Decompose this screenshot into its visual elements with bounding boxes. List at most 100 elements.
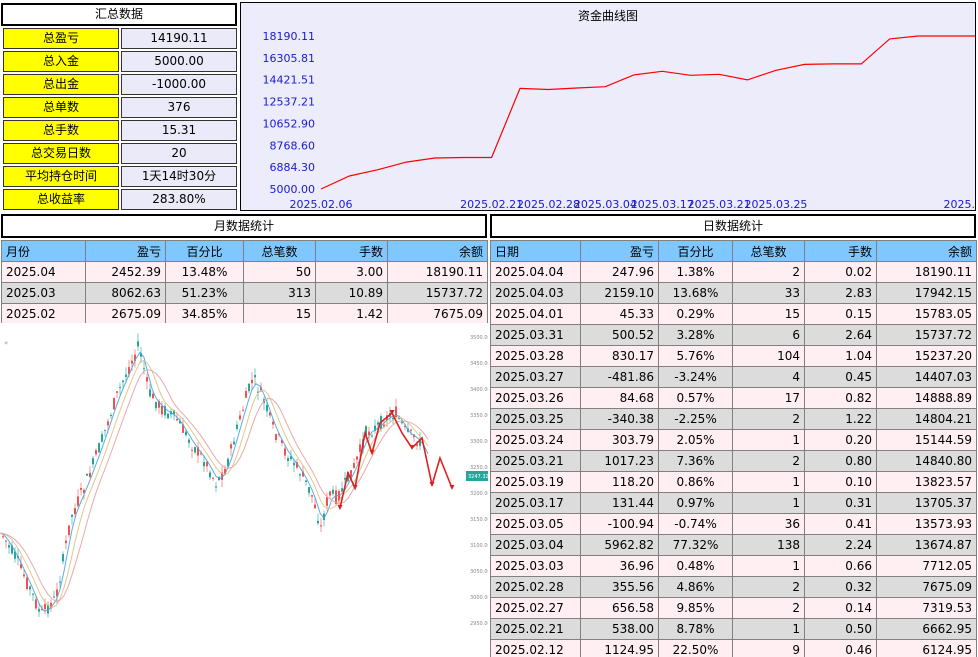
table-cell: 7.36% bbox=[658, 450, 733, 472]
table-cell: 1017.23 bbox=[580, 450, 659, 472]
candle-body bbox=[2, 536, 4, 538]
column-header[interactable]: 手数 bbox=[315, 240, 388, 262]
column-header[interactable]: 百分比 bbox=[165, 240, 244, 262]
table-row[interactable]: 2025.03.27 -481.86 -3.24% 4 0.45 14407.03 bbox=[490, 366, 977, 388]
column-header[interactable]: 百分比 bbox=[658, 240, 733, 262]
candle-body bbox=[299, 474, 301, 476]
summary-panel: 汇总数据 总盈亏 14190.11 总入金 5000.00 总出金 -1000.00 总单数… bbox=[0, 0, 239, 213]
y-tick-label: 6884.30 bbox=[270, 161, 316, 174]
candle-body bbox=[92, 458, 94, 465]
candle-body bbox=[251, 379, 253, 384]
table-cell: 4.86% bbox=[658, 576, 733, 598]
candle-body bbox=[215, 486, 217, 488]
equity-curve-chart: 资金曲线图 18190.11 16305.81 14421.51 12537.21 106… bbox=[240, 2, 976, 211]
table-cell: 14888.89 bbox=[876, 387, 977, 409]
price-axis-label: 3000.00 bbox=[470, 595, 488, 601]
candle-body bbox=[185, 431, 187, 436]
chart-title: 资金曲线图 bbox=[578, 8, 638, 23]
table-cell: 0.29% bbox=[658, 303, 733, 325]
table-row[interactable]: 2025.03.17 131.44 0.97% 1 0.31 13705.37 bbox=[490, 492, 977, 514]
candle-body bbox=[122, 380, 124, 383]
candle-body bbox=[329, 491, 331, 496]
y-tick-label: 5000.00 bbox=[270, 183, 316, 196]
table-row[interactable]: 2025.03.24 303.79 2.05% 1 0.20 15144.59 bbox=[490, 429, 977, 451]
table-cell: 2025.03 bbox=[1, 282, 86, 304]
table-row[interactable]: 2025.03.03 36.96 0.48% 1 0.66 7712.05 bbox=[490, 555, 977, 577]
table-cell: 5962.82 bbox=[580, 534, 659, 556]
table-cell: 6662.95 bbox=[876, 618, 977, 640]
table-cell: 2 bbox=[732, 597, 805, 619]
table-cell: 3.28% bbox=[658, 324, 733, 346]
table-row[interactable]: 2025.03.31 500.52 3.28% 6 2.64 15737.72 bbox=[490, 324, 977, 346]
summary-value: 15.31 bbox=[121, 120, 237, 141]
table-row[interactable]: 2025.03.04 5962.82 77.32% 138 2.24 13674.87 bbox=[490, 534, 977, 556]
candle-body bbox=[359, 444, 361, 452]
table-cell: 2 bbox=[732, 450, 805, 472]
table-row[interactable]: 2025.03.21 1017.23 7.36% 2 0.80 14840.80 bbox=[490, 450, 977, 472]
table-row[interactable]: 2025.04 2452.39 13.48% 50 3.00 18190.11 bbox=[1, 261, 488, 283]
table-row[interactable]: 2025.03.28 830.17 5.76% 104 1.04 15237.20 bbox=[490, 345, 977, 367]
price-axis-label: 3100.00 bbox=[470, 543, 488, 549]
candle-body bbox=[53, 596, 55, 598]
table-cell: 2025.02.27 bbox=[490, 597, 581, 619]
candle-body bbox=[188, 439, 190, 443]
column-header[interactable]: 盈亏 bbox=[85, 240, 166, 262]
summary-label: 总交易日数 bbox=[3, 143, 119, 164]
daily-title: 日数据统计 bbox=[490, 214, 976, 238]
table-cell: 0.41 bbox=[804, 513, 877, 535]
candle-body bbox=[23, 574, 25, 577]
column-header[interactable]: 总笔数 bbox=[243, 240, 316, 262]
candle-body bbox=[113, 398, 115, 410]
candle-body bbox=[353, 463, 355, 468]
table-row[interactable]: 2025.04.03 2159.10 13.68% 33 2.83 17942.15 bbox=[490, 282, 977, 304]
table-cell: 0.02 bbox=[804, 261, 877, 283]
column-header[interactable]: 总笔数 bbox=[732, 240, 805, 262]
table-row[interactable]: 2025.03.19 118.20 0.86% 1 0.10 13823.57 bbox=[490, 471, 977, 493]
column-header[interactable]: 日期 bbox=[490, 240, 581, 262]
table-row[interactable]: 2025.02.28 355.56 4.86% 2 0.32 7675.09 bbox=[490, 576, 977, 598]
table-cell: 13573.93 bbox=[876, 513, 977, 535]
table-cell: 0.31 bbox=[804, 492, 877, 514]
table-cell: 9.85% bbox=[658, 597, 733, 619]
y-tick-label: 14421.51 bbox=[263, 74, 316, 87]
table-row[interactable]: 2025.03.25 -340.38 -2.25% 2 1.22 14804.21 bbox=[490, 408, 977, 430]
table-row[interactable]: 2025.04.01 45.33 0.29% 15 0.15 15783.05 bbox=[490, 303, 977, 325]
table-row[interactable]: 2025.02 2675.09 34.85% 15 1.42 7675.09 bbox=[1, 303, 488, 325]
table-cell: 0.46 bbox=[804, 639, 877, 657]
column-header[interactable]: 盈亏 bbox=[580, 240, 659, 262]
table-cell: 15737.72 bbox=[387, 282, 488, 304]
candle-body bbox=[317, 520, 319, 524]
table-row[interactable]: 2025.03.26 84.68 0.57% 17 0.82 14888.89 bbox=[490, 387, 977, 409]
table-cell: 1.22 bbox=[804, 408, 877, 430]
summary-value: 14190.11 bbox=[121, 28, 237, 49]
column-header[interactable]: 手数 bbox=[804, 240, 877, 262]
table-cell: 0.97% bbox=[658, 492, 733, 514]
table-row[interactable]: 2025.04.04 247.96 1.38% 2 0.02 18190.11 bbox=[490, 261, 977, 283]
column-header[interactable]: 月份 bbox=[1, 240, 86, 262]
table-cell: 2.05% bbox=[658, 429, 733, 451]
candle-body bbox=[74, 508, 76, 514]
candle-body bbox=[155, 401, 157, 409]
table-row[interactable]: 2025.03 8062.63 51.23% 313 10.89 15737.72 bbox=[1, 282, 488, 304]
candle-body bbox=[38, 608, 40, 612]
candle-body bbox=[287, 458, 289, 462]
table-cell: 1 bbox=[732, 471, 805, 493]
table-row[interactable]: 2025.02.12 1124.95 22.50% 9 0.46 6124.95 bbox=[490, 639, 977, 657]
x-tick-label: 2025.03.21 bbox=[688, 198, 751, 210]
summary-row: 总单数 376 bbox=[3, 97, 237, 118]
candle-body bbox=[284, 448, 286, 456]
column-header[interactable]: 余额 bbox=[876, 240, 977, 262]
table-cell: 6124.95 bbox=[876, 639, 977, 657]
table-cell: 36 bbox=[732, 513, 805, 535]
table-row[interactable]: 2025.02.27 656.58 9.85% 2 0.14 7319.53 bbox=[490, 597, 977, 619]
column-header[interactable]: 余额 bbox=[387, 240, 488, 262]
table-cell: 17942.15 bbox=[876, 282, 977, 304]
table-row[interactable]: 2025.02.21 538.00 8.78% 1 0.50 6662.95 bbox=[490, 618, 977, 640]
table-row[interactable]: 2025.03.05 -100.94 -0.74% 36 0.41 13573.93 bbox=[490, 513, 977, 535]
table-cell: 1 bbox=[732, 429, 805, 451]
summary-value: 5000.00 bbox=[121, 51, 237, 72]
table-cell: 15 bbox=[243, 303, 316, 325]
table-cell: 538.00 bbox=[580, 618, 659, 640]
table-cell: 2.64 bbox=[804, 324, 877, 346]
table-cell: 50 bbox=[243, 261, 316, 283]
